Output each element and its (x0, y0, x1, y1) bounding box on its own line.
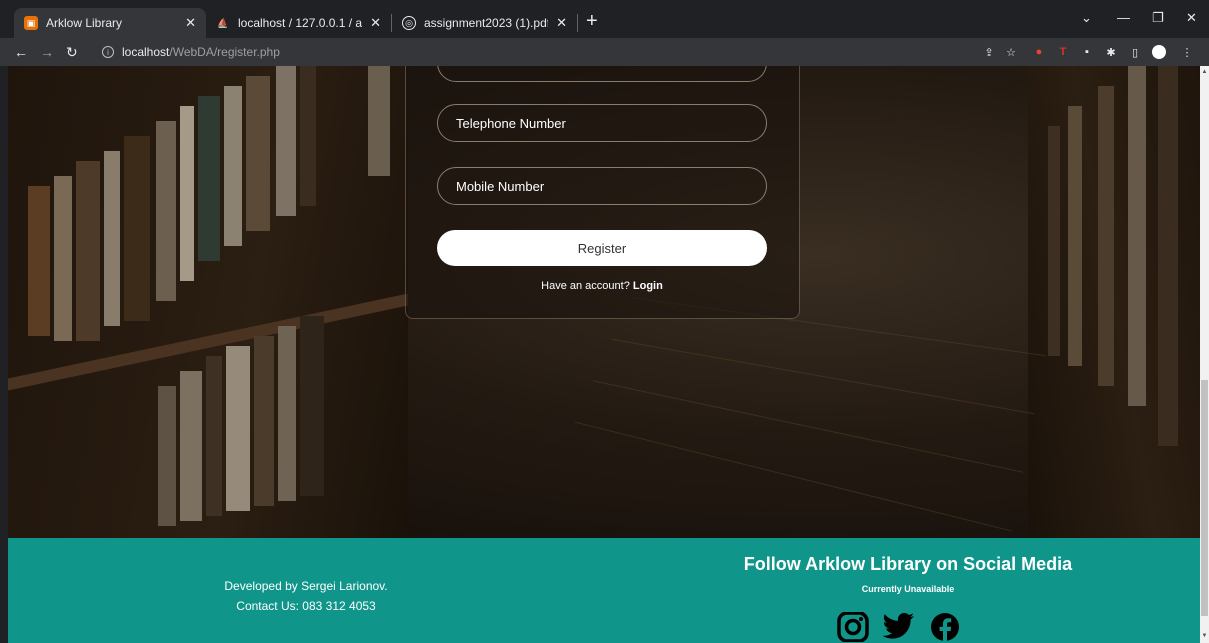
book-spine (1128, 66, 1146, 406)
book-spine (368, 66, 390, 176)
tab-phpmyadmin[interactable]: ⛵ localhost / 127.0.0.1 / assignme ✕ (206, 8, 391, 38)
book-spine (276, 66, 296, 216)
floor-plank-line (592, 380, 1024, 473)
tab-close-icon[interactable]: ✕ (185, 15, 196, 31)
profile-avatar-icon[interactable] (1152, 45, 1166, 59)
site-info-icon[interactable]: i (102, 46, 114, 58)
have-account-text: Have an account? (541, 280, 630, 292)
page-scrollbar[interactable]: ▲ ▼ (1200, 66, 1209, 643)
tab-close-icon[interactable]: ✕ (370, 15, 381, 31)
have-account-line: Have an account? Login (437, 280, 767, 292)
extensions-puzzle-icon[interactable]: ✱ (1104, 45, 1118, 59)
book-spine (156, 121, 176, 301)
telephone-number-input[interactable]: Telephone Number (437, 104, 767, 142)
extension-tp-icon[interactable]: T (1056, 45, 1070, 59)
book-spine (158, 386, 176, 526)
contact-text: Contact Us: 083 312 4053 (236, 599, 376, 613)
book-spine (76, 161, 100, 341)
url-path: /WebDA/register.php (169, 45, 280, 59)
developer-credit: Developed by Sergei Larionov. Contact Us… (221, 576, 391, 616)
reload-icon[interactable]: ↻ (66, 43, 78, 61)
minimize-icon[interactable]: — (1117, 10, 1130, 25)
browser-tab-bar: ▣ Arklow Library ✕ ⛵ localhost / 127.0.0… (0, 0, 1209, 38)
book-spine (180, 106, 194, 281)
share-icon[interactable]: ⇪ (982, 45, 996, 59)
instagram-icon[interactable] (836, 612, 870, 642)
book-spine (1098, 86, 1114, 386)
book-spine (198, 96, 220, 261)
book-spine (278, 326, 296, 501)
book-spine (1068, 106, 1082, 366)
book-spine (54, 176, 72, 341)
browser-toolbar: ← → ↻ i localhost/WebDA/register.php ⇪ ☆… (0, 38, 1209, 66)
follow-heading: Follow Arklow Library on Social Media (743, 554, 1073, 574)
new-tab-button[interactable]: + (586, 10, 598, 32)
close-window-icon[interactable]: ✕ (1186, 10, 1197, 26)
menu-kebab-icon[interactable]: ⋮ (1180, 45, 1194, 59)
twitter-icon[interactable] (882, 612, 916, 642)
book-spine (1048, 126, 1060, 356)
book-spine (300, 316, 324, 496)
forward-icon[interactable]: → (40, 43, 54, 61)
extension-adblock-icon[interactable]: ● (1032, 45, 1046, 59)
book-spine (1158, 66, 1178, 446)
tab-search-icon[interactable]: ⌄ (1081, 10, 1092, 26)
book-spine (224, 86, 242, 246)
book-spine (124, 136, 150, 321)
unavailable-note: Currently Unavailable (861, 584, 955, 594)
back-icon[interactable]: ← (14, 43, 28, 61)
tab-separator (577, 14, 578, 32)
book-spine (226, 346, 250, 511)
login-link[interactable]: Login (633, 280, 663, 292)
previous-field-edge[interactable] (437, 66, 767, 82)
tab-title: assignment2023 (1).pdf (424, 16, 549, 30)
side-panel-icon[interactable]: ▯ (1128, 45, 1142, 59)
tab-assignment-pdf[interactable]: ◎ assignment2023 (1).pdf ✕ (392, 8, 577, 38)
floor-plank-line (611, 338, 1035, 415)
book-spine (180, 371, 202, 521)
globe-favicon-icon: ◎ (402, 16, 416, 30)
restore-icon[interactable]: ❐ (1152, 10, 1164, 26)
tab-arklow-library[interactable]: ▣ Arklow Library ✕ (14, 8, 206, 38)
book-spine (246, 76, 270, 231)
mobile-number-input[interactable]: Mobile Number (437, 167, 767, 205)
floor-plank-line (574, 421, 1012, 532)
tab-close-icon[interactable]: ✕ (556, 15, 567, 31)
bookmark-star-icon[interactable]: ☆ (1004, 45, 1018, 59)
scroll-thumb[interactable] (1201, 380, 1208, 616)
scroll-down-arrow-icon[interactable]: ▼ (1201, 632, 1208, 640)
url-host: localhost (122, 45, 170, 59)
book-spine (206, 356, 222, 516)
book-spine (28, 186, 50, 336)
facebook-icon[interactable] (928, 612, 962, 642)
scroll-up-arrow-icon[interactable]: ▲ (1201, 68, 1208, 76)
library-favicon-icon: ▣ (24, 16, 38, 30)
book-spine (254, 336, 274, 506)
phpmyadmin-favicon-icon: ⛵ (217, 17, 229, 28)
site-footer: Developed by Sergei Larionov. Contact Us… (8, 538, 1200, 643)
extension-square-icon[interactable]: ▪ (1080, 45, 1094, 59)
developer-text: Developed by Sergei Larionov. (224, 579, 388, 593)
book-spine (104, 151, 120, 326)
register-button[interactable]: Register (437, 230, 767, 266)
address-bar[interactable]: i localhost/WebDA/register.php (88, 41, 978, 63)
tab-title: Arklow Library (46, 16, 123, 30)
page-viewport: Telephone Number Mobile Number Register … (0, 66, 1200, 643)
tab-title: localhost / 127.0.0.1 / assignme (238, 16, 363, 30)
book-spine (300, 66, 316, 206)
